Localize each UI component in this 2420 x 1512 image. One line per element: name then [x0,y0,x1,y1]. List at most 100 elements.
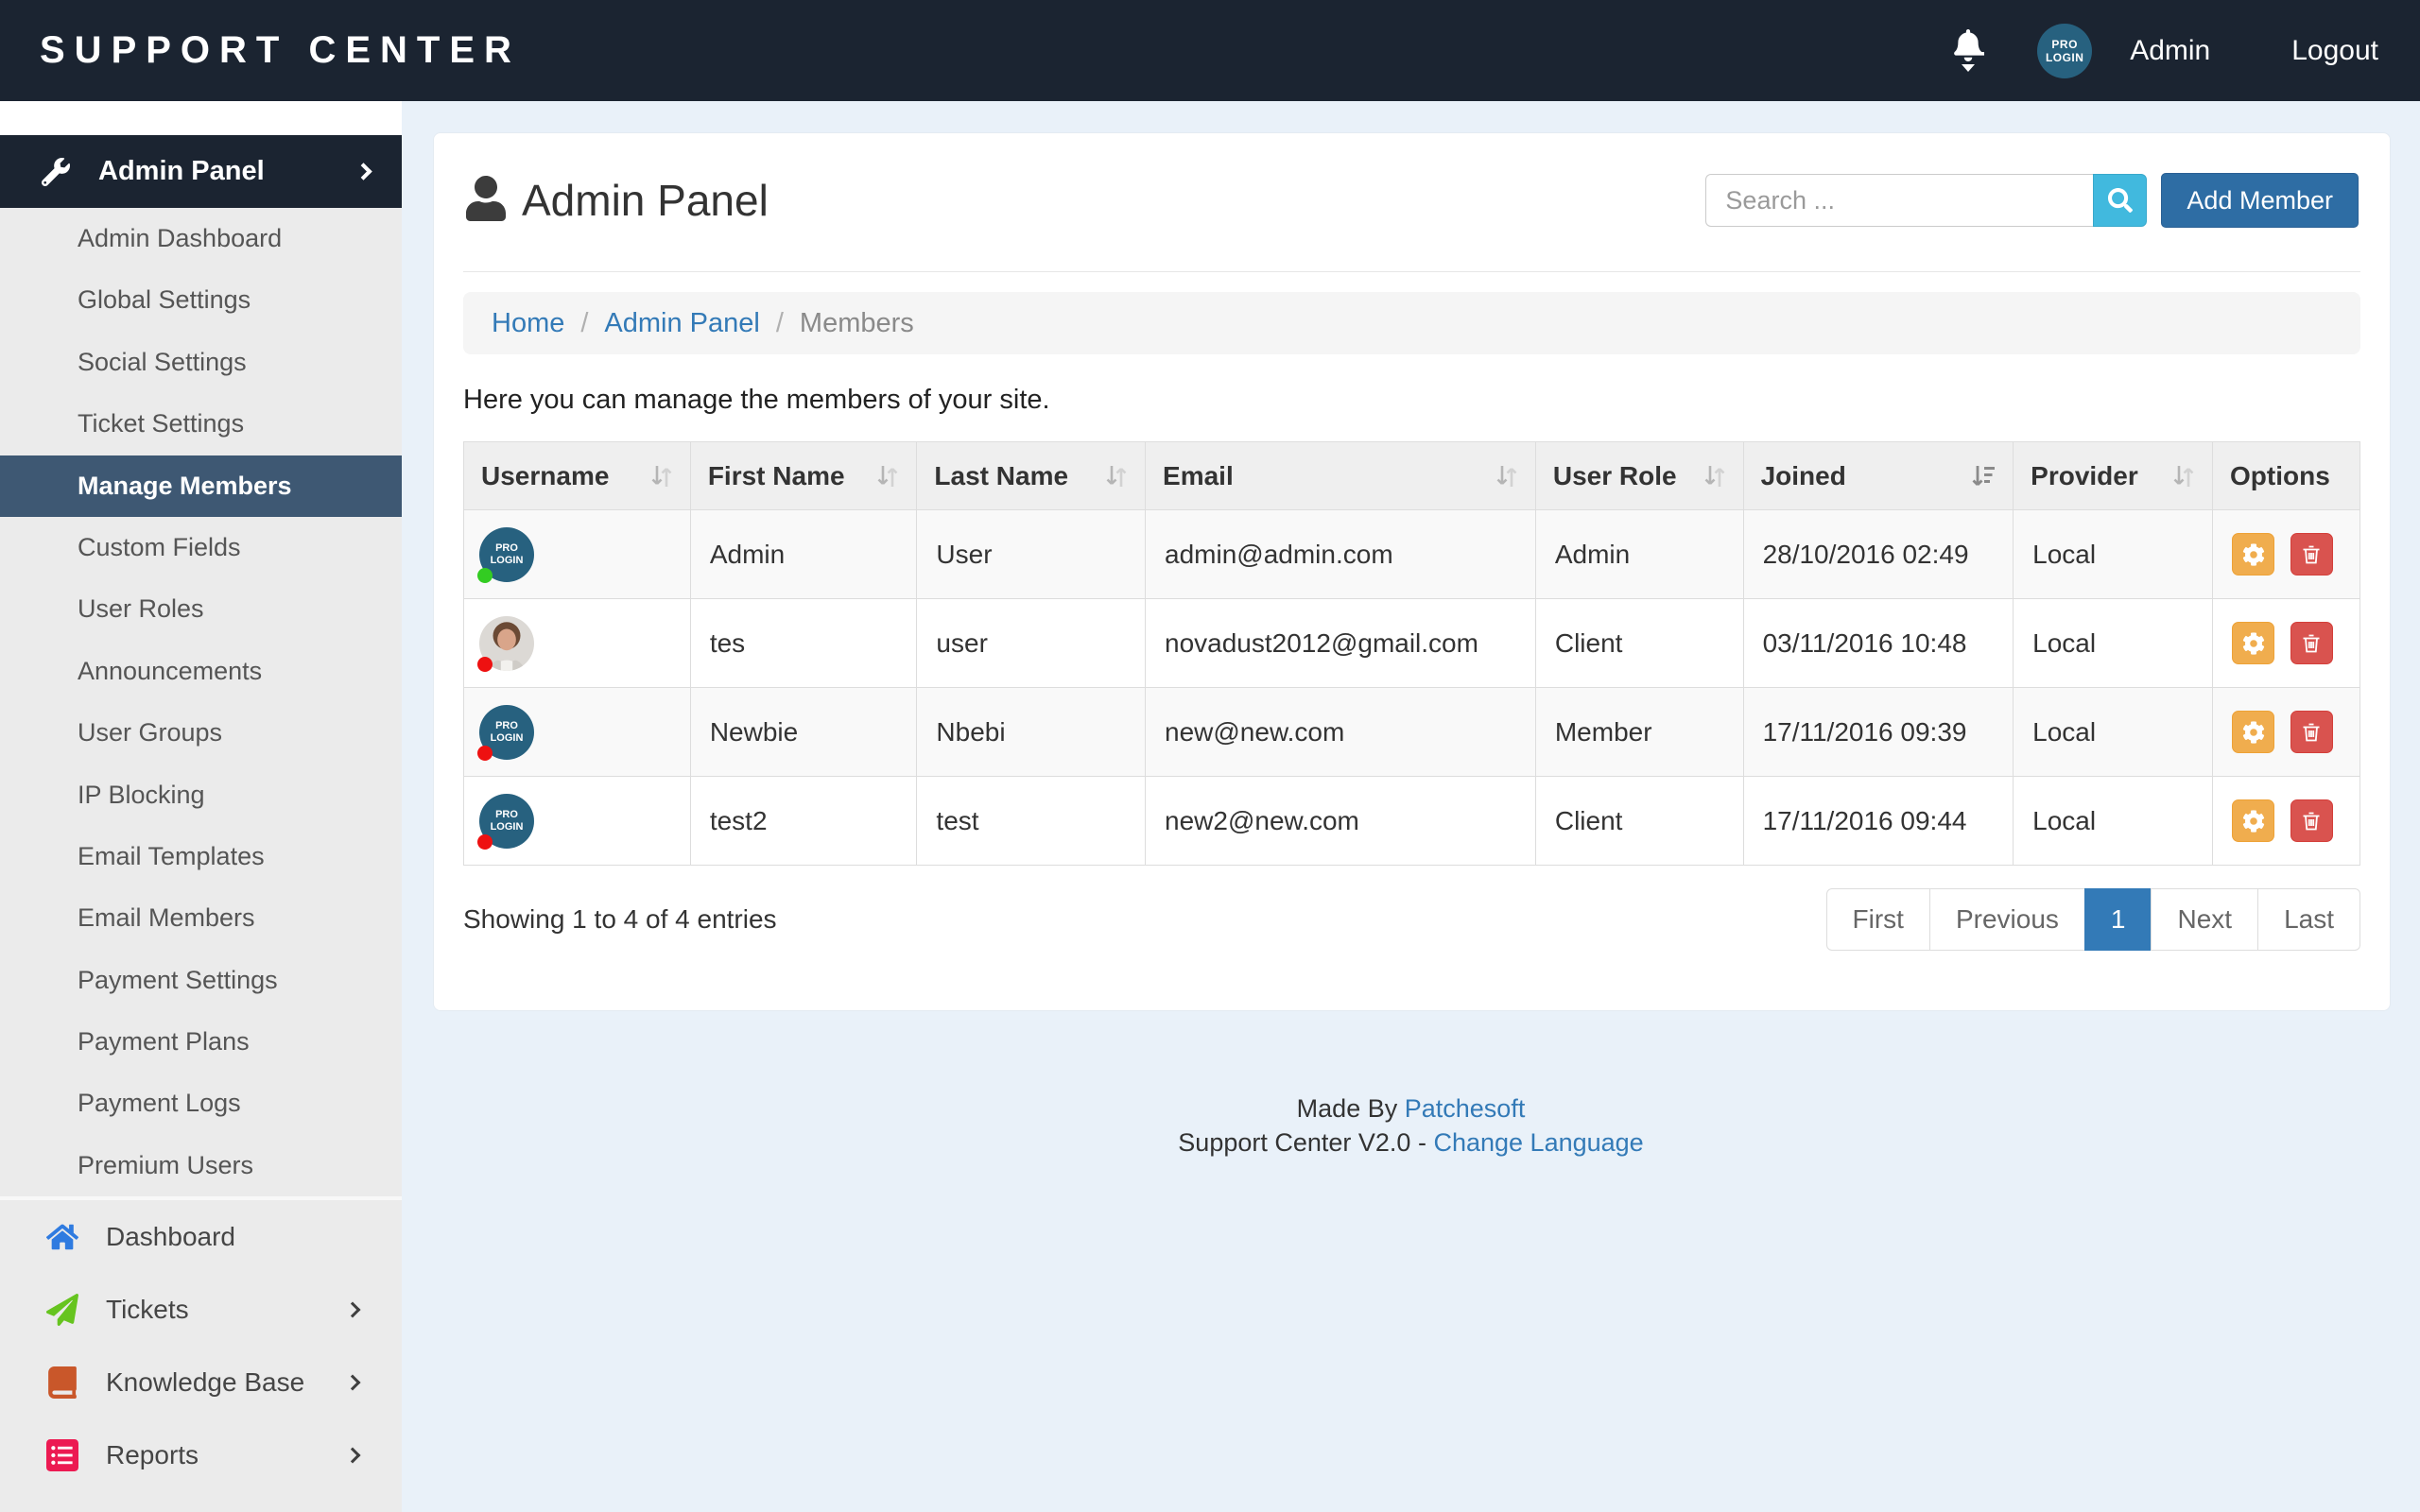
user-avatar[interactable]: PRO LOGIN [2037,24,2092,78]
cell-provider: Local [2014,599,2213,688]
cell-first-name: Newbie [690,688,917,777]
cell-first-name: Admin [690,510,917,599]
search-input[interactable] [1705,174,2093,227]
edit-member-button[interactable] [2232,799,2274,842]
paper-plane-icon [46,1294,78,1326]
cell-options [2213,599,2360,688]
column-header-user-role[interactable]: User Role [1535,442,1743,510]
status-dot [477,568,493,583]
sidebar-item-partial[interactable] [0,1491,402,1512]
sort-icon [2172,463,2195,490]
table-row: PRO LOGIN tes user [464,599,2360,688]
cell-last-name: user [917,599,1146,688]
column-header-provider[interactable]: Provider [2014,442,2213,510]
change-language-link[interactable]: Change Language [1433,1128,1643,1157]
sidebar-item-payment-logs[interactable]: Payment Logs [0,1073,402,1134]
sort-icon [1105,463,1128,490]
sidebar-item-payment-settings[interactable]: Payment Settings [0,950,402,1011]
page-title: Admin Panel [522,175,769,226]
members-table-body: PRO LOGIN Admin User [464,510,2360,866]
cell-joined: 28/10/2016 02:49 [1743,510,2014,599]
status-dot [477,657,493,672]
sidebar-item-email-templates[interactable]: Email Templates [0,826,402,887]
pagination: First Previous 1 Next Last [1826,888,2360,951]
sidebar-item-ip-blocking[interactable]: IP Blocking [0,765,402,826]
user-icon [465,176,507,226]
cell-email: new2@new.com [1146,777,1536,866]
entries-summary: Showing 1 to 4 of 4 entries [463,904,777,935]
sidebar-item-dashboard[interactable]: Dashboard [0,1200,402,1273]
sidebar-item-admin-panel[interactable]: Admin Panel [0,135,402,208]
table-row: PRO LOGIN test2 test [464,777,2360,866]
sidebar-item-announcements[interactable]: Announcements [0,641,402,702]
sidebar-item-ticket-settings[interactable]: Ticket Settings [0,393,402,455]
cell-joined: 03/11/2016 10:48 [1743,599,2014,688]
pagination-first[interactable]: First [1826,888,1930,951]
sidebar-item-user-roles[interactable]: User Roles [0,578,402,640]
column-header-last-name[interactable]: Last Name [917,442,1146,510]
column-header-options: Options [2213,442,2360,510]
chevron-right-icon [345,1301,361,1317]
page-description: Here you can manage the members of your … [463,385,2360,416]
column-header-email[interactable]: Email [1146,442,1536,510]
user-menu[interactable]: Admin [2130,35,2210,67]
sidebar-item-knowledge-base[interactable]: Knowledge Base [0,1346,402,1418]
sidebar-item-social-settings[interactable]: Social Settings [0,332,402,393]
trash-icon [2300,810,2323,833]
delete-member-button[interactable] [2290,533,2333,576]
pagination-last[interactable]: Last [2257,888,2360,951]
search-button[interactable] [2093,174,2147,227]
delete-member-button[interactable] [2290,711,2333,753]
report-list-icon [46,1439,78,1471]
admin-panel-card: Admin Panel Add Member Home / Admin Pane… [433,132,2391,1011]
sidebar-top-gap [0,101,402,135]
delete-member-button[interactable] [2290,799,2333,842]
bell-icon [1952,29,1984,61]
table-footer: Showing 1 to 4 of 4 entries First Previo… [463,888,2360,951]
delete-member-button[interactable] [2290,622,2333,664]
sort-desc-icon [1971,463,1996,490]
logout-button[interactable]: Logout [2291,35,2378,67]
sidebar-item-reports[interactable]: Reports [0,1418,402,1491]
breadcrumb-home[interactable]: Home [492,308,564,339]
pagination-previous[interactable]: Previous [1929,888,2085,951]
edit-member-button[interactable] [2232,622,2274,664]
cell-options [2213,688,2360,777]
sort-icon [1495,463,1518,490]
sidebar-item-admin-dashboard[interactable]: Admin Dashboard [0,208,402,269]
sidebar-item-premium-users[interactable]: Premium Users [0,1135,402,1196]
cell-last-name: Nbebi [917,688,1146,777]
gear-icon [2242,721,2265,744]
patchesoft-link[interactable]: Patchesoft [1405,1094,1526,1123]
members-table: Username First Name Last Name Email User… [463,441,2360,866]
sidebar-item-payment-plans[interactable]: Payment Plans [0,1011,402,1073]
sidebar-item-custom-fields[interactable]: Custom Fields [0,517,402,578]
sidebar-item-tickets[interactable]: Tickets [0,1273,402,1346]
add-member-button[interactable]: Add Member [2161,173,2359,228]
sidebar-item-email-members[interactable]: Email Members [0,887,402,949]
edit-member-button[interactable] [2232,711,2274,753]
sidebar-item-manage-members[interactable]: Manage Members [0,455,402,517]
sidebar-item-user-groups[interactable]: User Groups [0,702,402,764]
page-footer: Made By Patchesoft Support Center V2.0 -… [402,1091,2420,1160]
chevron-right-icon [345,1447,361,1463]
cell-options [2213,777,2360,866]
sidebar-submenu: Admin DashboardGlobal SettingsSocial Set… [0,208,402,1196]
edit-member-button[interactable] [2232,533,2274,576]
sort-icon [876,463,899,490]
search-group: Add Member [1705,173,2359,228]
breadcrumb-current: Members [800,308,914,339]
column-header-username[interactable]: Username [464,442,691,510]
sidebar-item-global-settings[interactable]: Global Settings [0,269,402,331]
cell-first-name: test2 [690,777,917,866]
breadcrumb-admin-panel[interactable]: Admin Panel [604,308,759,339]
notifications-button[interactable] [1952,29,1984,72]
pagination-next[interactable]: Next [2151,888,2258,951]
column-header-joined[interactable]: Joined [1743,442,2014,510]
cell-email: admin@admin.com [1146,510,1536,599]
pagination-page-1[interactable]: 1 [2084,888,2152,951]
trash-icon [2300,632,2323,655]
top-navbar: SUPPORT CENTER PRO LOGIN Admin Logout [0,0,2420,101]
column-header-first-name[interactable]: First Name [690,442,917,510]
cell-provider: Local [2014,777,2213,866]
